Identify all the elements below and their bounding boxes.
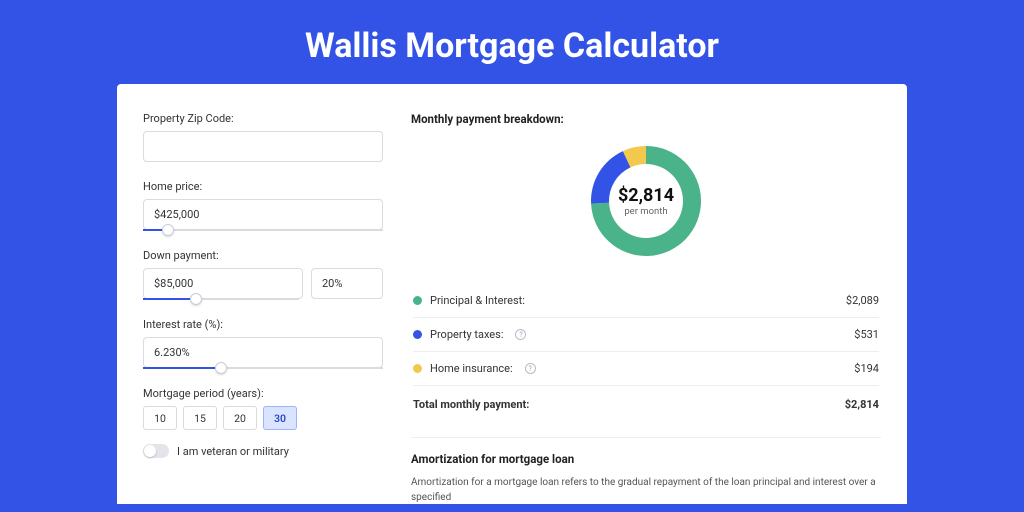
- veteran-toggle[interactable]: [143, 444, 169, 458]
- period-group: Mortgage period (years): 10152030: [143, 387, 383, 430]
- down-payment-input[interactable]: [143, 268, 303, 299]
- info-icon[interactable]: ?: [515, 329, 526, 340]
- legend-total-row: Total monthly payment: $2,814: [413, 386, 879, 421]
- info-icon[interactable]: ?: [525, 363, 536, 374]
- period-button-10[interactable]: 10: [143, 406, 177, 430]
- legend-row: Property taxes:? $531: [413, 318, 879, 352]
- interest-slider[interactable]: [143, 367, 383, 369]
- slider-thumb[interactable]: [215, 362, 227, 374]
- down-payment-label: Down payment:: [143, 249, 383, 262]
- legend-dot: [413, 364, 422, 373]
- breakdown-title: Monthly payment breakdown:: [411, 112, 881, 126]
- legend-row: Principal & Interest: $2,089: [413, 284, 879, 318]
- legend-value: $531: [854, 328, 879, 341]
- amort-title: Amortization for mortgage loan: [411, 452, 881, 466]
- total-label: Total monthly payment:: [413, 398, 529, 411]
- page-title: Wallis Mortgage Calculator: [0, 0, 1024, 84]
- interest-group: Interest rate (%):: [143, 318, 383, 369]
- legend-label: Principal & Interest:: [430, 294, 525, 307]
- period-label: Mortgage period (years):: [143, 387, 383, 400]
- donut-sub: per month: [624, 206, 667, 217]
- down-payment-group: Down payment:: [143, 249, 383, 300]
- breakdown-panel: Monthly payment breakdown: $2,814 per mo…: [411, 112, 881, 504]
- zip-group: Property Zip Code:: [143, 112, 383, 162]
- period-button-30[interactable]: 30: [263, 406, 297, 430]
- slider-thumb[interactable]: [190, 293, 202, 305]
- legend-row: Home insurance:? $194: [413, 352, 879, 386]
- donut-chart: $2,814 per month: [411, 136, 881, 266]
- legend-value: $194: [854, 362, 879, 375]
- period-buttons: 10152030: [143, 406, 383, 430]
- amort-body: Amortization for a mortgage loan refers …: [411, 476, 881, 504]
- down-payment-pct-input[interactable]: [311, 268, 383, 299]
- toggle-knob: [144, 445, 156, 457]
- home-price-input[interactable]: [143, 199, 383, 230]
- veteran-row: I am veteran or military: [143, 444, 383, 458]
- total-value: $2,814: [845, 398, 879, 411]
- period-button-20[interactable]: 20: [223, 406, 257, 430]
- down-payment-slider[interactable]: [143, 298, 299, 300]
- amort-section: Amortization for mortgage loan Amortizat…: [411, 437, 881, 504]
- zip-label: Property Zip Code:: [143, 112, 383, 125]
- legend: Principal & Interest: $2,089 Property taxe…: [411, 284, 881, 421]
- legend-label: Home insurance:: [430, 362, 513, 375]
- home-price-group: Home price:: [143, 180, 383, 231]
- period-button-15[interactable]: 15: [183, 406, 217, 430]
- veteran-label: I am veteran or military: [177, 445, 289, 458]
- interest-label: Interest rate (%):: [143, 318, 383, 331]
- legend-label: Property taxes:: [430, 328, 503, 341]
- legend-value: $2,089: [846, 294, 879, 307]
- zip-input[interactable]: [143, 131, 383, 162]
- form-panel: Property Zip Code: Home price: Down paym…: [143, 112, 383, 504]
- slider-thumb[interactable]: [162, 224, 174, 236]
- legend-dot: [413, 330, 422, 339]
- home-price-label: Home price:: [143, 180, 383, 193]
- interest-input[interactable]: [143, 337, 383, 368]
- home-price-slider[interactable]: [143, 229, 383, 231]
- donut-value: $2,814: [618, 185, 674, 206]
- calculator-card: Property Zip Code: Home price: Down paym…: [117, 84, 907, 504]
- legend-dot: [413, 296, 422, 305]
